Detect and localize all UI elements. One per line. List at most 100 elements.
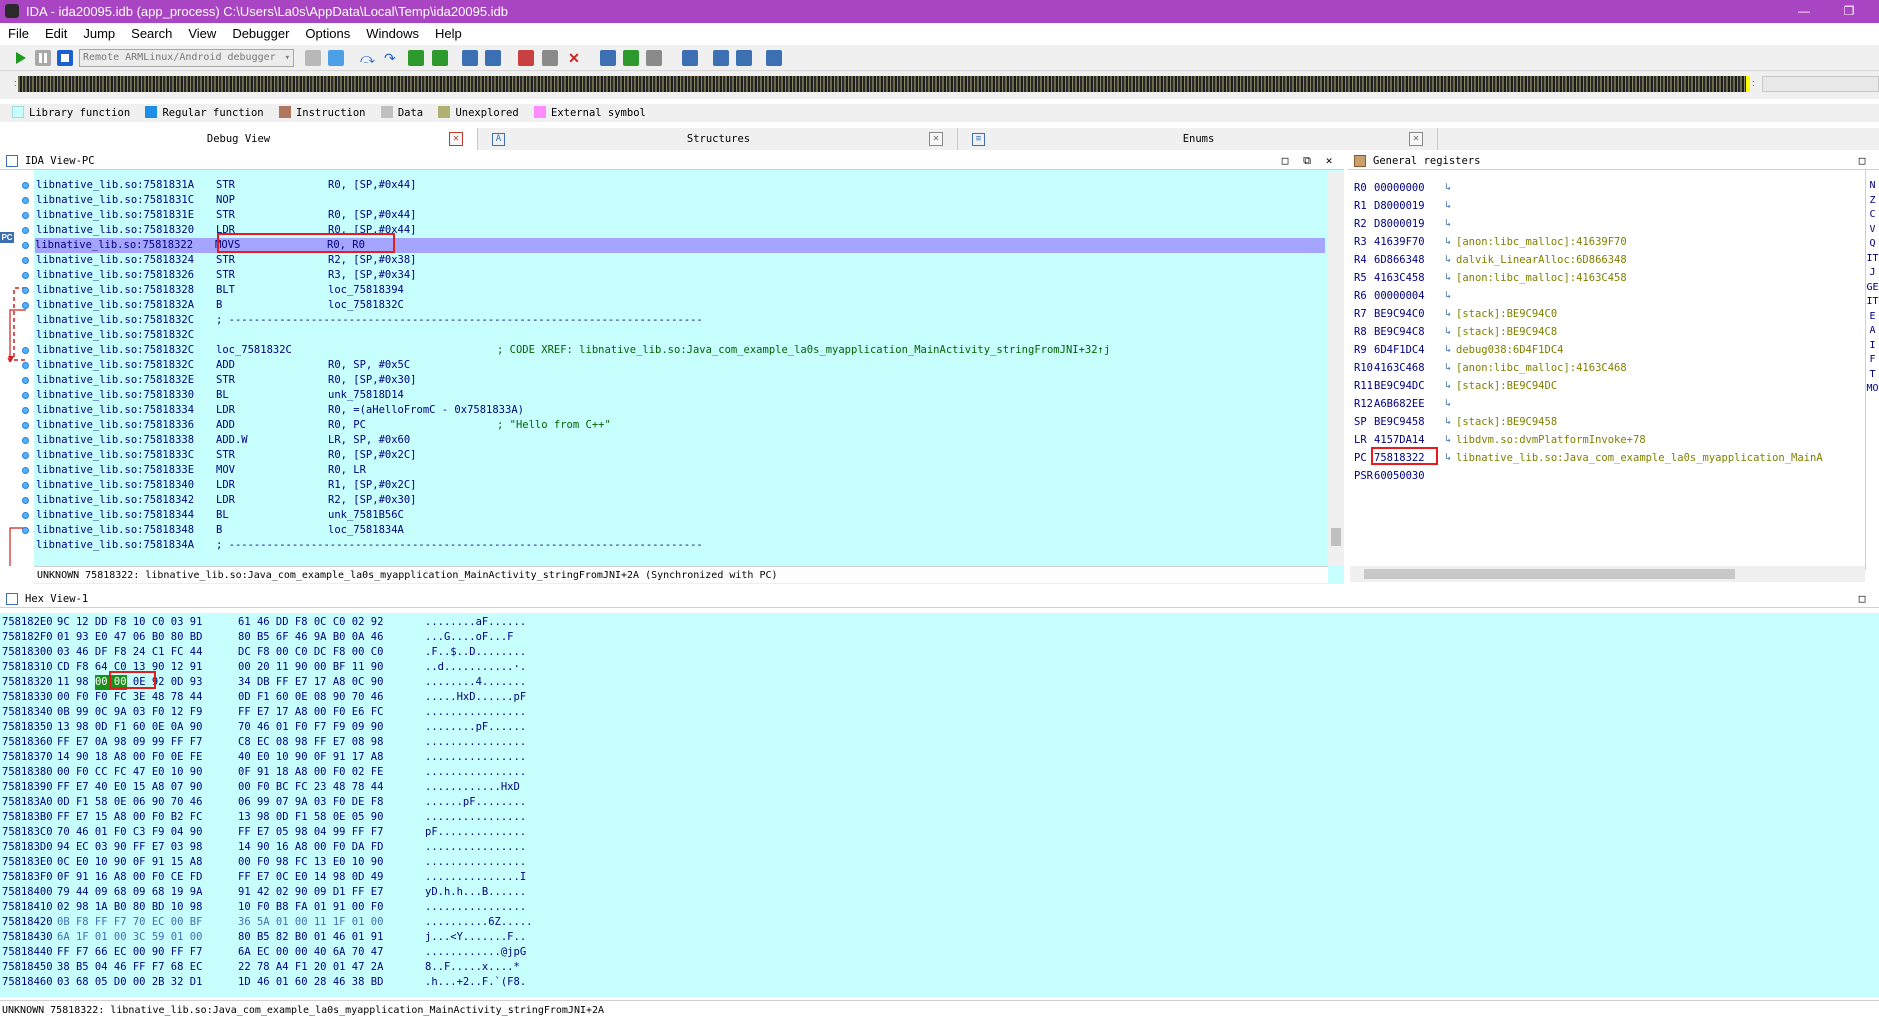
disassembly-listing[interactable]: libnative_lib.so:7581831A STR R0, [SP,#0x4… (35, 178, 1326, 553)
breakpoint-gutter[interactable]: PC (0, 170, 34, 584)
ida-view-pc[interactable]: PC libnative_lib.so:7581831A STR R0, [SP,#… (0, 170, 1344, 584)
disasm-line[interactable]: libnative_lib.so:75818324 STR R2, [SP,#0x3… (36, 253, 1326, 268)
show-ip-icon[interactable] (462, 50, 478, 66)
disasm-line[interactable]: libnative_lib.so:75818338 ADD.W LR, SP, #0… (36, 433, 1326, 448)
disasm-line[interactable]: libnative_lib.so:7581832C ; -------------… (36, 313, 1326, 328)
register-value[interactable]: 41639F70 (1374, 233, 1425, 251)
jump-arrow-icon[interactable]: ↳ (1445, 413, 1451, 431)
restore-icon[interactable]: □ (1276, 152, 1294, 170)
register-row[interactable]: R6 00000004 ↳ (1350, 287, 1855, 305)
step-into-icon[interactable]: ⤼ (360, 50, 376, 66)
register-row[interactable]: PC 75818322 ↳ libnative_lib.so:Java_com_exa… (1350, 449, 1855, 467)
restore-button[interactable]: ❐ (1834, 0, 1864, 23)
breakpoint-dot-icon[interactable] (22, 467, 29, 474)
disasm-line[interactable]: libnative_lib.so:7581831C NOP (36, 193, 1326, 208)
register-row[interactable]: R10 4163C468 ↳ [anon:libc_malloc]:4163C468 (1350, 359, 1855, 377)
terminate-process-icon[interactable] (57, 50, 73, 66)
hex-row[interactable]: 75818350 13 98 0D F1 60 0E 0A 90 70 46 01 … (2, 720, 532, 735)
detach-process-icon[interactable] (328, 50, 344, 66)
register-row[interactable]: R8 BE9C94C8 ↳ [stack]:BE9C94C8 (1350, 323, 1855, 341)
hex-row[interactable]: 75818380 00 F0 CC FC 47 E0 10 90 0F 91 18 … (2, 765, 532, 780)
jump-arrow-icon[interactable]: ↳ (1445, 395, 1451, 413)
disasm-line[interactable]: libnative_lib.so:75818330 BL unk_75818D14 (36, 388, 1326, 403)
attach-process-icon[interactable] (305, 50, 321, 66)
jump-arrow-icon[interactable]: ↳ (1445, 215, 1451, 233)
menu-help[interactable]: Help (427, 23, 470, 45)
breakpoint-dot-icon[interactable] (22, 437, 29, 444)
jump-arrow-icon[interactable]: ↳ (1445, 287, 1451, 305)
hex-row[interactable]: 758183C0 70 46 01 F0 C3 F9 04 90 FF E7 05 … (2, 825, 532, 840)
disasm-line[interactable]: libnative_lib.so:7581834A ; -------------… (36, 538, 1326, 553)
breakpoint-dot-icon[interactable] (22, 227, 29, 234)
horizontal-scrollbar[interactable] (1350, 566, 1865, 582)
breakpoint-dot-icon[interactable] (22, 182, 29, 189)
nav-scroll-box[interactable] (1762, 76, 1879, 92)
breakpoint-dot-icon[interactable] (22, 527, 29, 534)
hex-view-1[interactable]: 758182E0 9C 12 DD F8 10 C0 03 91 61 46 DD … (0, 613, 1879, 997)
scroll-thumb[interactable] (1331, 528, 1341, 546)
hex-row[interactable]: 75818400 79 44 09 68 09 68 19 9A 91 42 02 … (2, 885, 532, 900)
register-row[interactable]: R4 6D866348 ↳ dalvik_LinearAlloc:6D866348 (1350, 251, 1855, 269)
modules-icon[interactable] (485, 50, 501, 66)
breakpoint-dot-icon[interactable] (22, 287, 29, 294)
disasm-line[interactable]: libnative_lib.so:7581832E STR R0, [SP,#0x3… (36, 373, 1326, 388)
breakpoint-dot-icon[interactable] (22, 197, 29, 204)
register-row[interactable]: R2 D8000019 ↳ (1350, 215, 1855, 233)
breakpoint-dot-icon[interactable] (22, 242, 29, 249)
jump-arrow-icon[interactable]: ↳ (1445, 305, 1451, 323)
navigation-strip[interactable] (18, 76, 1750, 92)
hex-row[interactable]: 758182F0 01 93 E0 47 06 B0 80 BD 80 B5 6F … (2, 630, 532, 645)
disasm-line[interactable]: libnative_lib.so:75818328 BLT loc_75818394 (36, 283, 1326, 298)
jump-arrow-icon[interactable]: ↳ (1445, 359, 1451, 377)
tab-enums[interactable]: ≡ Enums ✕ (960, 128, 1438, 150)
disasm-line[interactable]: libnative_lib.so:75818340 LDR R1, [SP,#0x2… (36, 478, 1326, 493)
register-value[interactable]: A6B682EE (1374, 395, 1425, 413)
breakpoint-dot-icon[interactable] (22, 272, 29, 279)
hex-row[interactable]: 75818450 38 B5 04 46 FF F7 68 EC 22 78 A4 … (2, 960, 532, 975)
jump-arrow-icon[interactable]: ↳ (1445, 431, 1451, 449)
jump-arrow-icon[interactable]: ↳ (1445, 197, 1451, 215)
hex-row[interactable]: 75818340 0B 99 0C 9A 03 F0 12 F9 FF E7 17 … (2, 705, 532, 720)
selected-bytes[interactable]: 00 00 (94, 675, 127, 690)
breakpoint-dot-icon[interactable] (22, 482, 29, 489)
jump-arrow-icon[interactable]: ↳ (1445, 233, 1451, 251)
hex-row[interactable]: 75818300 03 46 DF F8 24 C1 FC 44 DC F8 00 … (2, 645, 532, 660)
breakpoint-dot-icon[interactable] (22, 452, 29, 459)
breakpoint-dot-icon[interactable] (22, 257, 29, 264)
register-row[interactable]: LR 4157DA14 ↳ libdvm.so:dvmPlatformInvoke+7… (1350, 431, 1855, 449)
tab-debug-view[interactable]: Debug View ✕ (0, 128, 478, 150)
breakpoint-dot-icon[interactable] (22, 377, 29, 384)
register-row[interactable]: R12 A6B682EE ↳ (1350, 395, 1855, 413)
menu-edit[interactable]: Edit (37, 23, 75, 45)
jump-arrow-icon[interactable]: ↳ (1445, 377, 1451, 395)
vertical-scrollbar[interactable] (1328, 172, 1344, 566)
register-row[interactable]: R5 4163C458 ↳ [anon:libc_malloc]:4163C458 (1350, 269, 1855, 287)
menu-file[interactable]: File (0, 23, 37, 45)
debugger-select[interactable]: Remote ARMLinux/Android debugger ▾ (79, 49, 294, 67)
jump-arrow-icon[interactable]: ↳ (1445, 251, 1451, 269)
nav-right-arrow-icon[interactable]: : (1752, 78, 1755, 88)
watch-icon[interactable] (623, 50, 639, 66)
hex-row[interactable]: 75818420 0B F8 FF F7 70 EC 00 BF 36 5A 01 … (2, 915, 532, 930)
menu-view[interactable]: View (180, 23, 224, 45)
register-value[interactable]: 4157DA14 (1374, 431, 1425, 449)
disasm-line[interactable]: libnative_lib.so:7581831E STR R0, [SP,#0x4… (36, 208, 1326, 223)
hex-row[interactable]: 75818360 FF E7 0A 98 09 99 FF F7 C8 EC 08 … (2, 735, 532, 750)
hex-row[interactable]: 758183B0 FF E7 15 A8 00 F0 B2 FC 13 98 0D … (2, 810, 532, 825)
step-over-icon[interactable]: ↷ (384, 50, 400, 66)
register-value[interactable]: BE9C9458 (1374, 413, 1425, 431)
register-value[interactable]: 6D866348 (1374, 251, 1425, 269)
register-value[interactable]: 4163C468 (1374, 359, 1425, 377)
register-value[interactable]: 6D4F1DC4 (1374, 341, 1425, 359)
functions-icon[interactable] (736, 50, 752, 66)
menu-jump[interactable]: Jump (75, 23, 123, 45)
breakpoint-dot-icon[interactable] (22, 497, 29, 504)
continue-process-icon[interactable] (12, 50, 28, 66)
hex-row[interactable]: 758183D0 94 EC 03 90 FF E7 03 98 14 90 16 … (2, 840, 532, 855)
close-icon[interactable]: ✕ (449, 132, 463, 146)
menu-debugger[interactable]: Debugger (224, 23, 297, 45)
register-value[interactable]: 75818322 (1374, 449, 1425, 467)
breakpoint-dot-icon[interactable] (22, 392, 29, 399)
menu-search[interactable]: Search (123, 23, 180, 45)
hex-row[interactable]: 75818330 00 F0 F0 FC 3E 48 78 44 0D F1 60 … (2, 690, 532, 705)
